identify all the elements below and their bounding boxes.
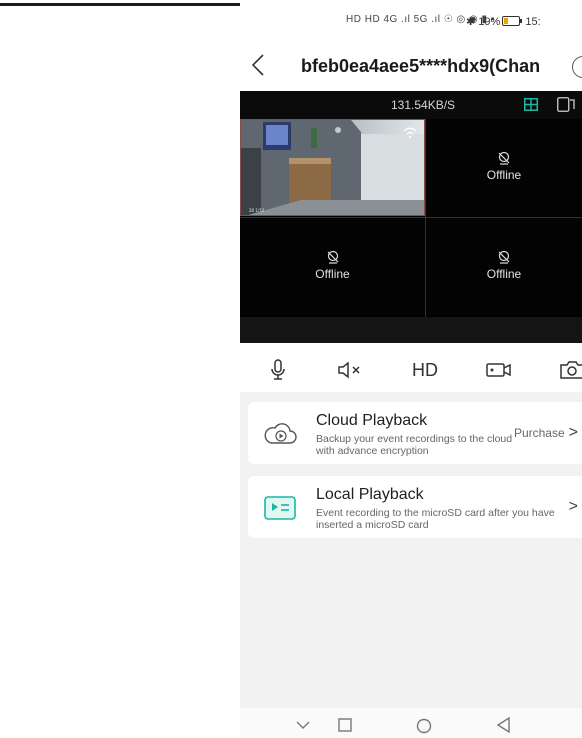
camera-snapshot: 20 1/12 xyxy=(241,120,424,215)
cloud-purchase-link[interactable]: Purchase > xyxy=(514,424,578,442)
system-nav-bar xyxy=(240,708,582,738)
phone-screen: HD HD 4G .ıl 5G .ıl ☉ ◎ ◉ ▮ ▪ ✱ 19% 15: … xyxy=(240,0,582,738)
offline-indicator: Offline xyxy=(426,250,582,281)
chevron-right-icon: > xyxy=(568,424,578,441)
back-button[interactable] xyxy=(250,52,266,84)
camera-feed-2[interactable]: Offline xyxy=(426,119,582,216)
grid-divider-vertical xyxy=(425,119,426,317)
chevron-right-icon: > xyxy=(568,498,578,515)
offline-indicator: Offline xyxy=(426,151,582,182)
camera-grid: 20 1/12 Offline Offline Offline xyxy=(240,119,582,317)
camera-offline-icon xyxy=(498,151,510,165)
fullscreen-icon[interactable] xyxy=(557,97,575,112)
camera-offline-icon xyxy=(498,250,510,264)
camera-snapshot-icon xyxy=(560,361,582,379)
top-divider xyxy=(0,3,240,6)
cloud-playback-title: Cloud Playback xyxy=(316,412,428,429)
split-view-grid-icon[interactable] xyxy=(524,98,538,111)
camera-feed-3[interactable]: Offline xyxy=(240,218,425,315)
clock: 15: xyxy=(525,16,541,28)
microphone-button[interactable] xyxy=(266,358,290,382)
camera-feed-1[interactable]: 20 1/12 xyxy=(240,119,425,216)
chevron-left-icon xyxy=(251,54,264,76)
local-playback-open[interactable]: > xyxy=(565,498,578,516)
bluetooth-icon: ✱ xyxy=(466,16,476,28)
offline-label: Offline xyxy=(486,267,522,281)
chevron-down-icon[interactable] xyxy=(296,720,310,730)
offline-indicator: Offline xyxy=(240,250,425,281)
page-header: bfeb0ea4aee5****hdx9(Chan xyxy=(240,50,582,86)
back-triangle-icon[interactable] xyxy=(496,717,512,733)
svg-text:20 1/12: 20 1/12 xyxy=(249,208,265,213)
camera-feed-4[interactable]: Offline xyxy=(426,218,582,315)
cloud-playback-description: Backup your event recordings to the clou… xyxy=(316,433,513,457)
control-bar: HD xyxy=(240,350,582,390)
microphone-icon xyxy=(271,359,285,380)
offline-label: Offline xyxy=(315,267,350,281)
status-bar: HD HD 4G .ıl 5G .ıl ☉ ◎ ◉ ▮ ▪ ✱ 19% 15: xyxy=(240,14,582,34)
snapshot-button[interactable] xyxy=(558,358,582,382)
battery-percent: 19% xyxy=(478,16,501,28)
local-playback-description: Event recording to the microSD card afte… xyxy=(316,507,555,531)
local-playback-icon xyxy=(264,496,296,520)
offline-label: Offline xyxy=(486,168,522,182)
home-icon[interactable] xyxy=(416,718,432,734)
grid-divider-horizontal xyxy=(240,217,582,218)
hd-quality-button[interactable]: HD xyxy=(410,358,440,382)
local-playback-title: Local Playback xyxy=(316,486,424,503)
settings-gear-icon[interactable] xyxy=(572,56,582,78)
battery-icon xyxy=(502,16,523,26)
video-toolbar: 131.54KB/S xyxy=(240,91,582,119)
device-title: bfeb0ea4aee5****hdx9(Chan xyxy=(301,56,541,76)
playback-options: Cloud Playback Backup your event recordi… xyxy=(240,392,582,708)
cloud-playback-card[interactable]: Cloud Playback Backup your event recordi… xyxy=(248,402,582,464)
camera-offline-icon xyxy=(327,250,338,264)
mute-button[interactable] xyxy=(336,358,364,382)
cloud-play-icon xyxy=(264,423,297,444)
video-record-icon xyxy=(486,363,511,377)
purchase-label: Purchase xyxy=(513,426,565,440)
local-playback-card[interactable]: Local Playback Event recording to the mi… xyxy=(248,476,582,538)
status-right: ✱ 19% 15: xyxy=(466,15,541,28)
speaker-muted-icon xyxy=(338,361,360,379)
video-bottom-band xyxy=(240,317,582,343)
recent-apps-icon[interactable] xyxy=(338,718,352,732)
record-button[interactable] xyxy=(485,358,513,382)
bitrate-readout: 131.54KB/S xyxy=(391,98,456,112)
